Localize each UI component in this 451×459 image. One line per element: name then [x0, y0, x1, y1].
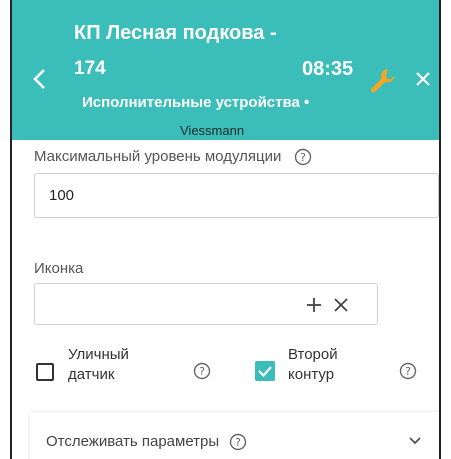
street-sensor-label-line2: датчик	[68, 366, 115, 383]
header-bar: КП Лесная подкова - 174 08:35 Исполнител…	[12, 0, 439, 140]
modulation-label: Максимальный уровень модуляции	[34, 148, 282, 165]
svg-text:?: ?	[235, 436, 241, 449]
svg-text:?: ?	[199, 365, 205, 378]
help-icon[interactable]: ?	[294, 148, 312, 166]
plus-icon[interactable]	[305, 296, 323, 314]
help-icon[interactable]: ?	[229, 433, 247, 451]
close-button[interactable]	[414, 70, 432, 88]
modulation-label-row: Максимальный уровень модуляции ?	[34, 148, 312, 166]
brand-label: Viessmann	[180, 123, 245, 138]
street-sensor-label-line1: Уличный	[68, 346, 129, 363]
icon-label: Иконка	[34, 260, 84, 277]
street-sensor-label: Уличный датчик	[68, 345, 129, 385]
second-circuit-label-line1: Второй	[288, 346, 338, 363]
chevron-down-icon[interactable]	[408, 436, 422, 446]
time-display: 08:35	[302, 58, 354, 80]
track-params-label-row: Отслеживать параметры ?	[46, 433, 247, 451]
modulation-value: 100	[49, 187, 75, 204]
check-icon	[258, 366, 272, 378]
settings-button[interactable]	[368, 66, 398, 96]
page-title-line1: КП Лесная подкова -	[74, 22, 277, 44]
second-circuit-checkbox[interactable]	[255, 361, 275, 381]
close-icon	[416, 72, 430, 86]
modulation-input[interactable]: 100	[34, 173, 439, 218]
svg-text:?: ?	[300, 151, 306, 164]
app-frame: КП Лесная подкова - 174 08:35 Исполнител…	[10, 0, 441, 459]
clear-icon[interactable]	[332, 296, 350, 314]
wrench-icon	[371, 69, 395, 93]
second-circuit-label-line2: контур	[288, 366, 335, 383]
track-params-label: Отслеживать параметры	[46, 433, 220, 450]
help-icon[interactable]: ?	[399, 362, 417, 380]
back-arrow-icon	[33, 69, 45, 89]
page-title-line2: 174	[74, 58, 106, 79]
page-subtitle: Исполнительные устройства •	[82, 94, 310, 111]
track-params-expander[interactable]: Отслеживать параметры ?	[30, 412, 439, 459]
icon-input[interactable]	[34, 283, 378, 325]
svg-text:?: ?	[405, 365, 411, 378]
back-button[interactable]	[26, 64, 54, 94]
second-circuit-label: Второй контур	[288, 345, 338, 385]
help-icon[interactable]: ?	[193, 362, 211, 380]
street-sensor-checkbox[interactable]	[36, 363, 54, 381]
